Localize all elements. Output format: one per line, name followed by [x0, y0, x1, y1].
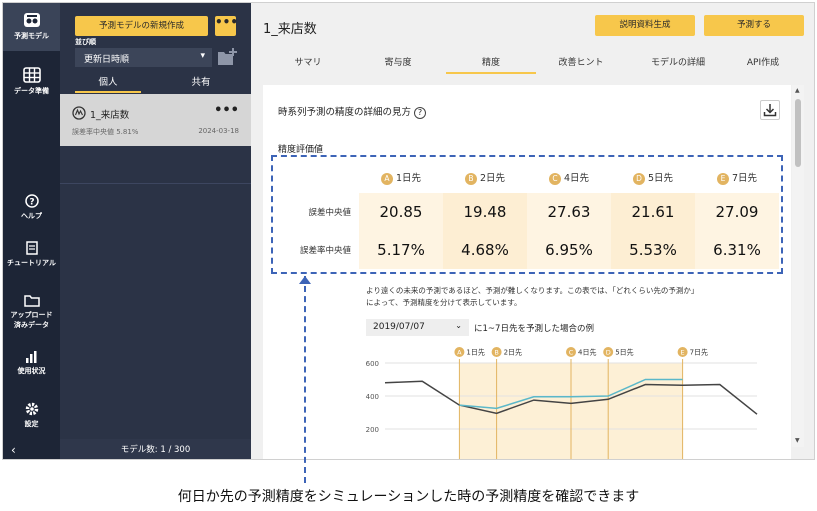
rail-item-help[interactable]: ? ヘルプ — [3, 194, 60, 230]
marker-label: 7日先 — [690, 348, 708, 357]
model-panel: 予測モデルの新規作成 ••• 並び順 更新日時順 ▾ 個人 共有 1_来店数 •… — [60, 3, 251, 459]
rail-label-uploaded-line2: 済みデータ — [14, 321, 49, 329]
model-count: モデル数: 1 / 300 — [60, 439, 251, 459]
help-icon[interactable]: ? — [414, 107, 427, 119]
rail-item-usage[interactable]: 使用状況 — [3, 351, 60, 381]
table-icon — [22, 67, 41, 83]
bar-chart-icon — [25, 351, 36, 363]
date-caption: に1~7日先を予測した場合の例 — [474, 324, 594, 334]
rail-label-usage: 使用状況 — [17, 367, 46, 375]
y-tick-label: 200 — [366, 426, 379, 434]
rail-label-model: 予測モデル — [14, 32, 49, 40]
page-title: 1_来店数 — [263, 22, 317, 37]
marker-letter: B — [494, 349, 498, 357]
help-icon: ? — [24, 194, 39, 208]
tab-model-details[interactable]: モデルの詳細 — [633, 55, 723, 68]
predict-button[interactable]: 予測する — [704, 15, 804, 36]
gear-icon — [25, 402, 38, 416]
callout-line — [304, 276, 306, 483]
explain-material-button[interactable]: 説明資料生成 — [595, 15, 695, 36]
panel-more-button[interactable]: ••• — [215, 16, 238, 36]
rail-item-tutorial[interactable]: チュートリアル — [3, 241, 60, 285]
section-heading-text: 時系列予測の精度の詳細の見方 — [278, 107, 412, 118]
y-tick-label: 600 — [366, 360, 379, 368]
marker-label: 2日先 — [504, 348, 522, 357]
accuracy-metrics-label: 精度評価値 — [278, 145, 324, 155]
rail-label-settings: 設定 — [24, 420, 39, 428]
y-tick-label: 0 — [375, 459, 379, 460]
rail-label-data-prep: データ準備 — [14, 87, 49, 95]
panel-divider — [60, 183, 251, 184]
rail-item-uploaded-data[interactable]: アップロード 済みデータ — [3, 294, 60, 338]
marker-label: 4日先 — [578, 348, 596, 357]
sort-select-value: 更新日時順 — [84, 55, 130, 65]
section-heading: 時系列予測の精度の詳細の見方? — [278, 104, 427, 119]
rail-item-data-prep[interactable]: データ準備 — [3, 67, 60, 107]
new-folder-icon[interactable] — [217, 48, 237, 66]
scrollbar[interactable]: ▲ ▼ — [792, 85, 804, 447]
caption: 何日か先の予測精度をシミュレーションした時の予測精度を確認できます — [177, 489, 640, 505]
rail-item-model[interactable]: 予測モデル — [3, 3, 60, 51]
sort-select[interactable]: 更新日時順 ▾ — [75, 48, 212, 67]
model-card-meta: 誤差率中央値 5.81% — [72, 128, 139, 136]
marker-letter: A — [457, 349, 462, 357]
chevron-down-icon: ▾ — [200, 51, 205, 61]
tab-bar: サマリ 寄与度 精度 改善ヒント モデルの詳細 API作成 — [263, 52, 806, 74]
tab-improvement-hints[interactable]: 改善ヒント — [541, 55, 621, 68]
date-select-value: 2019/07/07 — [373, 322, 425, 332]
download-icon — [763, 104, 777, 117]
model-card[interactable]: 1_来店数 ••• 誤差率中央値 5.81% 2024-03-18 — [60, 94, 251, 146]
marker-letter: C — [569, 349, 574, 357]
tab-shared[interactable]: 共有 — [168, 74, 234, 93]
marker-label: 1日先 — [466, 348, 484, 357]
explanation-note: より遠くの未来の予測であるほど、予測が難しくなります。この表では、「どれくらい先… — [366, 285, 698, 309]
model-card-more-button[interactable]: ••• — [214, 103, 239, 118]
scroll-down-icon[interactable]: ▼ — [795, 437, 800, 444]
tab-accuracy[interactable]: 精度 — [446, 55, 536, 74]
model-card-name: 1_来店数 — [90, 110, 130, 121]
tab-api[interactable]: API作成 — [728, 55, 798, 68]
date-select[interactable]: 2019/07/07 ⌄ — [366, 319, 469, 336]
rail-label-tutorial: チュートリアル — [7, 259, 56, 267]
model-card-date: 2024-03-18 — [198, 127, 239, 135]
tab-contribution[interactable]: 寄与度 — [363, 55, 433, 68]
rail-item-settings[interactable]: 設定 — [3, 402, 60, 432]
marker-letter: D — [606, 349, 611, 357]
document-icon — [25, 241, 38, 255]
marker-label: 5日先 — [615, 348, 633, 357]
model-type-icon — [72, 106, 86, 120]
scrollbar-thumb[interactable] — [795, 99, 801, 167]
chevron-down-icon: ⌄ — [455, 321, 462, 330]
note-line: によって、予測精度を分けて表示しています。 — [366, 298, 522, 307]
highlight-box — [271, 155, 783, 274]
note-line: より遠くの未来の予測であるほど、予測が難しくなります。この表では、「どれくらい先… — [366, 286, 699, 295]
new-model-button[interactable]: 予測モデルの新規作成 — [75, 16, 208, 36]
y-tick-label: 400 — [366, 393, 379, 401]
download-button[interactable] — [760, 100, 780, 120]
rail-label-uploaded-line1: アップロード — [10, 311, 53, 319]
tab-summary[interactable]: サマリ — [273, 55, 343, 68]
collapse-icon[interactable]: ‹ — [11, 443, 16, 457]
rail-label-help: ヘルプ — [21, 212, 42, 220]
folder-icon — [23, 295, 40, 307]
model-icon — [23, 13, 40, 27]
svg-text:?: ? — [29, 198, 34, 208]
callout-arrow — [299, 276, 311, 284]
scroll-up-icon[interactable]: ▲ — [795, 87, 800, 94]
tab-personal[interactable]: 個人 — [75, 74, 141, 93]
forecast-chart: 0 200 400 600 A 1日先 B 2日先 C 4日先 D 5日先 E 7日先 — [366, 347, 758, 460]
left-rail: 予測モデル データ準備 ? ヘルプ チュートリアル アップロード 済みデータ 使… — [3, 3, 60, 459]
marker-letter: E — [681, 349, 685, 357]
sort-label: 並び順 — [75, 38, 96, 46]
